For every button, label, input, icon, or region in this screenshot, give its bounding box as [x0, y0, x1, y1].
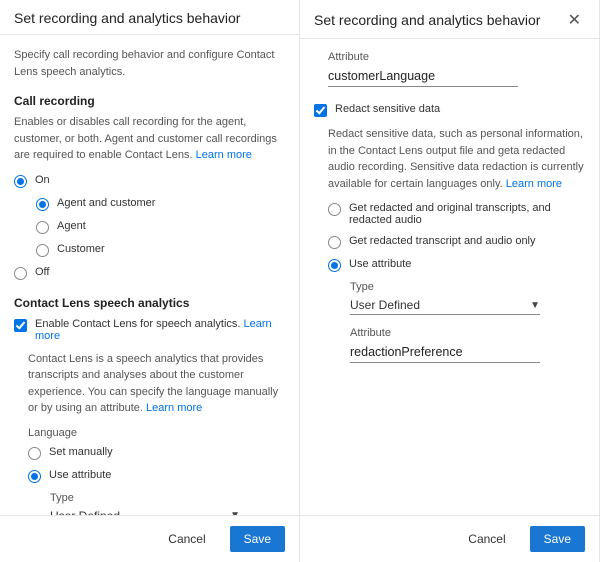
panel-header: Set recording and analytics behavior ✕: [300, 0, 599, 39]
cls-title: Contact Lens speech analytics: [14, 296, 285, 310]
panel-body[interactable]: Specify call recording behavior and conf…: [0, 35, 299, 515]
attribute-label: Attribute: [328, 51, 585, 63]
language-manual-option[interactable]: Set manually: [28, 446, 285, 460]
panel-title: Set recording and analytics behavior: [314, 12, 540, 28]
panel-body[interactable]: Attribute Redact sensitive data Redact s…: [300, 39, 599, 515]
select-value: User Defined: [350, 298, 420, 312]
panel-footer: Cancel Save: [0, 515, 299, 562]
enable-cls-option[interactable]: Enable Contact Lens for speech analytics…: [14, 318, 285, 342]
radio-icon[interactable]: [28, 470, 41, 483]
redact-opt2[interactable]: Get redacted transcript and audio only: [328, 235, 585, 249]
type-select[interactable]: User Defined ▼: [50, 507, 240, 516]
radio-icon[interactable]: [36, 198, 49, 211]
radio-icon[interactable]: [36, 244, 49, 257]
radio-icon[interactable]: [328, 259, 341, 272]
learn-more-link[interactable]: Learn more: [146, 402, 202, 414]
option-label: Use attribute: [349, 258, 411, 270]
right-panel: Set recording and analytics behavior ✕ A…: [300, 0, 600, 562]
radio-icon[interactable]: [14, 267, 27, 280]
radio-icon[interactable]: [328, 236, 341, 249]
cancel-button[interactable]: Cancel: [154, 526, 219, 552]
call-recording-desc: Enables or disables call recording for t…: [14, 114, 285, 164]
radio-icon[interactable]: [328, 203, 341, 216]
chevron-down-icon: ▼: [530, 300, 540, 311]
save-button[interactable]: Save: [530, 526, 585, 552]
redact-opt3[interactable]: Use attribute: [328, 258, 585, 272]
recording-agent-option[interactable]: Agent: [36, 220, 285, 234]
panel-header: Set recording and analytics behavior: [0, 0, 299, 35]
option-label: Use attribute: [49, 469, 111, 481]
intro-text: Specify call recording behavior and conf…: [14, 47, 285, 80]
option-label: Agent and customer: [57, 197, 155, 209]
attribute-input[interactable]: [328, 66, 518, 87]
panel-footer: Cancel Save: [300, 515, 599, 562]
learn-more-link[interactable]: Learn more: [506, 178, 562, 190]
option-label: On: [35, 174, 50, 186]
learn-more-link[interactable]: Learn more: [196, 149, 252, 161]
type-select[interactable]: User Defined ▼: [350, 296, 540, 315]
save-button[interactable]: Save: [230, 526, 285, 552]
recording-on-option[interactable]: On: [14, 174, 285, 188]
option-label: Off: [35, 266, 49, 278]
chevron-down-icon: ▼: [230, 510, 240, 515]
redact-opt1[interactable]: Get redacted and original transcripts, a…: [328, 202, 585, 226]
call-recording-title: Call recording: [14, 94, 285, 108]
left-panel: Set recording and analytics behavior Spe…: [0, 0, 300, 562]
radio-icon[interactable]: [14, 175, 27, 188]
option-label: Get redacted transcript and audio only: [349, 235, 536, 247]
attr2-label: Attribute: [350, 327, 585, 339]
recording-off-option[interactable]: Off: [14, 266, 285, 280]
type-label: Type: [350, 281, 585, 293]
redact-desc: Redact sensitive data, such as personal …: [328, 126, 585, 192]
option-label: Customer: [57, 243, 105, 255]
language-attribute-option[interactable]: Use attribute: [28, 469, 285, 483]
cancel-button[interactable]: Cancel: [454, 526, 519, 552]
option-label: Enable Contact Lens for speech analytics…: [35, 318, 285, 342]
panel-title: Set recording and analytics behavior: [14, 10, 240, 26]
radio-icon[interactable]: [36, 221, 49, 234]
option-label: Get redacted and original transcripts, a…: [349, 202, 585, 226]
type-label: Type: [50, 492, 285, 504]
language-label: Language: [28, 427, 285, 439]
attr2-input[interactable]: [350, 342, 540, 363]
cls-desc: Contact Lens is a speech analytics that …: [28, 351, 285, 417]
select-value: User Defined: [50, 509, 120, 516]
recording-customer-option[interactable]: Customer: [36, 243, 285, 257]
option-label: Agent: [57, 220, 86, 232]
recording-agent-customer-option[interactable]: Agent and customer: [36, 197, 285, 211]
redact-option[interactable]: Redact sensitive data: [314, 103, 585, 117]
close-icon[interactable]: ✕: [564, 10, 585, 30]
checkbox-icon[interactable]: [314, 104, 327, 117]
radio-icon[interactable]: [28, 447, 41, 460]
checkbox-icon[interactable]: [14, 319, 27, 332]
option-label: Set manually: [49, 446, 113, 458]
option-label: Redact sensitive data: [335, 103, 440, 115]
